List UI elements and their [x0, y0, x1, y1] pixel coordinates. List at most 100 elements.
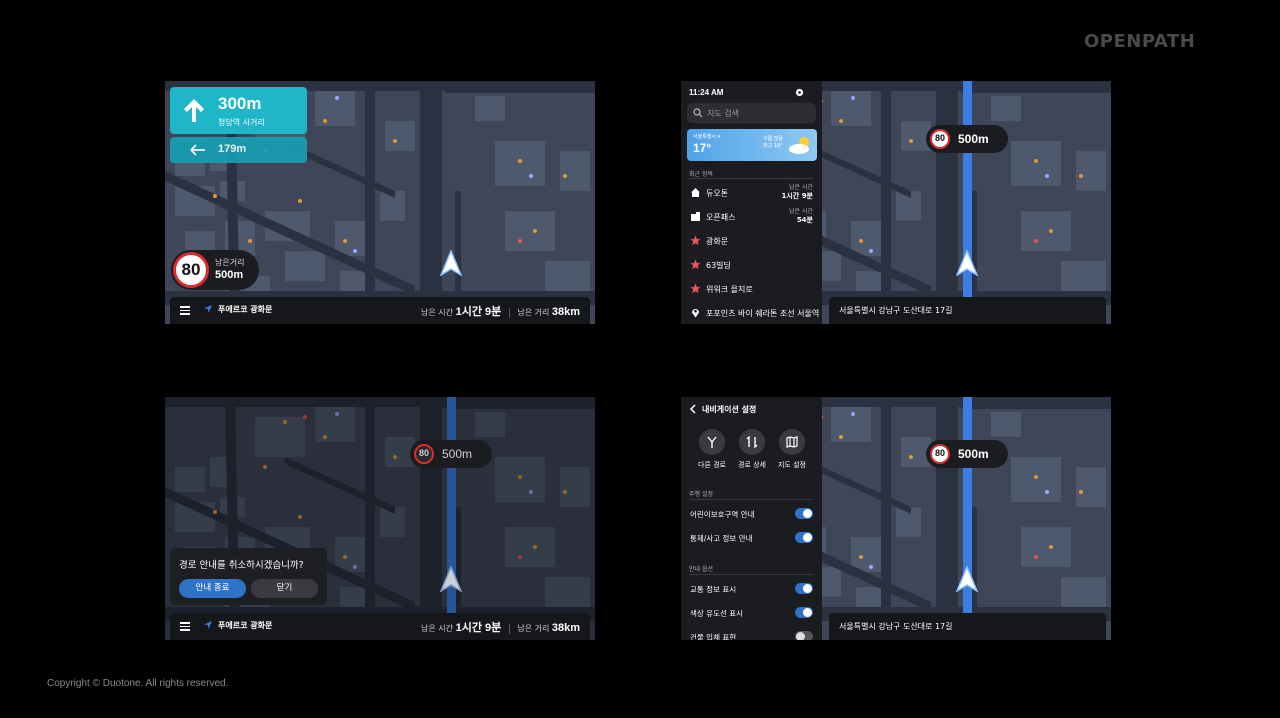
quick-action-alternate-route[interactable]: 다른 경로 — [695, 429, 729, 470]
recent-item-office[interactable]: 오픈패스 남은 시간 54분 — [681, 206, 822, 228]
car-location-icon — [440, 566, 462, 592]
toggle-switch[interactable] — [795, 583, 813, 594]
navigation-arrow-icon — [204, 305, 212, 313]
current-address: 서울특별시 강남구 도산대로 17길 — [839, 306, 953, 315]
turn-street-name: 청담역 사거리 — [218, 118, 265, 127]
weather-city: 서울특별시 ▾ — [693, 134, 721, 140]
cloud-sun-icon — [789, 137, 809, 154]
divider — [689, 574, 813, 575]
dialog-message: 경로 안내를 취소하시겠습니까? — [179, 560, 304, 571]
toggle-switch[interactable] — [795, 607, 813, 618]
nav-screen-turn-guidance: 300m 청담역 사거리 179m 80 남은거리 500m 푸에르코 광화문 … — [165, 81, 595, 324]
setting-row[interactable]: 건물 입체 표현 — [681, 627, 822, 640]
time-label: 남은 시간 — [421, 624, 454, 633]
recent-item-home[interactable]: 듀오톤 남은 시간 1시간 9분 — [681, 182, 822, 204]
setting-row[interactable]: 교통 정보 표시 — [681, 579, 822, 599]
nav-screen-cancel-dialog: 80 500m 경로 안내를 취소하시겠습니까? 안내 종료 닫기 푸에르코 광… — [165, 397, 595, 640]
setting-row[interactable]: 어린이보호구역 안내 — [681, 504, 822, 524]
toggle-switch[interactable] — [795, 508, 813, 519]
star-icon — [690, 283, 701, 294]
weather-card[interactable]: 서울특별시 ▾ 17° 구름 많음 최고 18° — [687, 129, 817, 161]
next-turn-distance: 179m — [218, 143, 247, 155]
arrow-up-icon — [184, 99, 204, 122]
current-address: 서울특별시 강남구 도산대로 17길 — [839, 622, 953, 631]
building-icon — [691, 212, 700, 221]
time-value: 1시간 9분 — [455, 306, 502, 318]
recent-item-place[interactable]: 포포인츠 바이 쉐라톤 조선 서울역 — [681, 302, 822, 324]
settings-title: 내비게이션 설정 — [702, 405, 757, 414]
speed-limit-sign: 80 — [414, 444, 434, 464]
address-bar: 서울특별시 강남구 도산대로 17길 — [829, 613, 1106, 640]
quick-action-map-settings[interactable]: 지도 설정 — [775, 429, 809, 470]
search-icon — [693, 108, 703, 118]
toggle-switch[interactable] — [795, 631, 813, 640]
close-button[interactable]: 닫기 — [251, 579, 318, 598]
map-icon — [786, 436, 798, 448]
star-icon — [690, 235, 701, 246]
end-guidance-button[interactable]: 안내 종료 — [179, 579, 246, 598]
car-location-icon — [956, 250, 978, 276]
search-input[interactable]: 지도 검색 — [687, 103, 816, 123]
speed-limit-distance-pill: 80 500m — [410, 440, 492, 468]
turn-distance: 300m — [218, 94, 262, 113]
swap-icon — [746, 436, 758, 448]
divider — [508, 307, 510, 318]
nav-screen-settings: 80 500m 서울특별시 강남구 도산대로 17길 내비게이션 설정 다른 경… — [681, 397, 1111, 640]
weather-description: 구름 많음 최고 18° — [763, 136, 783, 149]
destination-name[interactable]: 푸에르코 광화문 — [218, 620, 272, 631]
toggle-switch[interactable] — [795, 532, 813, 543]
speed-limit-sign: 80 — [930, 444, 950, 464]
weather-temperature: 17° — [693, 141, 712, 155]
gear-icon[interactable] — [795, 88, 804, 97]
remaining-info: 남은 시간 1시간 9분 남은 거리 38km — [421, 619, 580, 635]
divider — [508, 623, 510, 634]
distance-value: 38km — [551, 622, 580, 634]
speed-limit-sign: 80 — [930, 129, 950, 149]
distance-label: 남은 거리 — [517, 308, 550, 317]
address-bar: 서울특별시 강남구 도산대로 17길 — [829, 297, 1106, 324]
speed-limit-sign: 80 — [173, 252, 209, 288]
time-value: 1시간 9분 — [455, 622, 502, 634]
remaining-distance-value: 500m — [215, 269, 244, 281]
car-location-icon — [440, 250, 462, 276]
fork-icon — [707, 436, 717, 448]
search-placeholder: 지도 검색 — [707, 109, 739, 118]
arrow-left-icon — [190, 144, 205, 156]
bottom-status-bar: 푸에르코 광화문 남은 시간 1시간 9분 남은 거리 38km — [170, 297, 590, 324]
cancel-guidance-dialog: 경로 안내를 취소하시겠습니까? 안내 종료 닫기 — [170, 548, 327, 605]
car-location-icon — [956, 566, 978, 592]
quick-action-route-detail[interactable]: 경로 상세 — [735, 429, 769, 470]
recent-item-favorite[interactable]: 위워크 을지로 — [681, 278, 822, 300]
distance-value: 500m — [442, 447, 473, 461]
remaining-distance-label: 남은거리 — [215, 258, 245, 267]
nav-screen-search-sidebar: 80 500m 서울특별시 강남구 도산대로 17길 11:24 AM 지도 검… — [681, 81, 1111, 324]
turn-guidance-card: 300m 청담역 사거리 — [170, 87, 307, 134]
clock: 11:24 AM — [689, 88, 724, 97]
search-sidebar: 11:24 AM 지도 검색 서울특별시 ▾ 17° 구름 많음 최고 18° … — [681, 81, 822, 324]
recent-item-favorite[interactable]: 광화문 — [681, 230, 822, 252]
remaining-info: 남은 시간 1시간 9분 남은 거리 38km — [421, 303, 580, 319]
destination-name[interactable]: 푸에르코 광화문 — [218, 304, 272, 315]
home-icon — [691, 188, 700, 197]
menu-icon[interactable] — [180, 306, 190, 315]
navigation-settings-sidebar: 내비게이션 설정 다른 경로 경로 상세 지도 설정 주행 설정 어린이보호구역… — [681, 397, 822, 640]
distance-value: 500m — [958, 447, 989, 461]
setting-row[interactable]: 색상 유도선 표시 — [681, 603, 822, 623]
next-turn-card: 179m — [170, 137, 307, 163]
speed-limit-remaining-pill: 80 남은거리 500m — [171, 250, 259, 290]
divider — [689, 178, 813, 179]
time-label: 남은 시간 — [421, 308, 454, 317]
distance-value: 500m — [958, 132, 989, 146]
speed-limit-distance-pill: 80 500m — [926, 440, 1008, 468]
driving-section-title: 주행 설정 — [689, 491, 713, 498]
speed-limit-distance-pill: 80 500m — [926, 125, 1008, 153]
recent-item-favorite[interactable]: 63빌딩 — [681, 254, 822, 276]
distance-label: 남은 거리 — [517, 624, 550, 633]
chevron-left-icon[interactable] — [689, 404, 697, 414]
menu-icon[interactable] — [180, 622, 190, 631]
guide-section-title: 안내 옵션 — [689, 566, 713, 573]
distance-value: 38km — [551, 306, 580, 318]
setting-row[interactable]: 통제/사고 정보 안내 — [681, 528, 822, 548]
navigation-arrow-icon — [204, 621, 212, 629]
star-icon — [690, 259, 701, 270]
